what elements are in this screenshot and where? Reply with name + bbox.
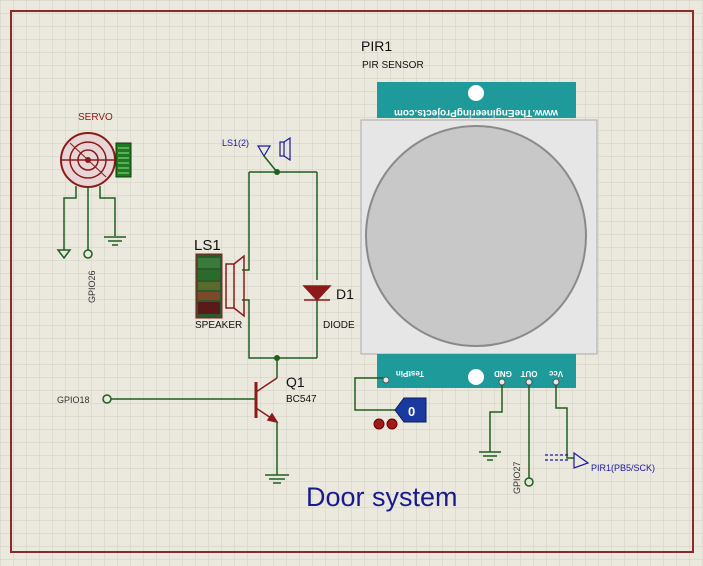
speaker-type: SPEAKER: [195, 320, 242, 331]
transistor-ref: Q1: [286, 374, 305, 390]
pir-signal-label: PIR1(PB5/SCK): [591, 463, 655, 473]
gpio27-label: GPIO27: [512, 461, 522, 494]
junction-top: [274, 169, 280, 175]
gpio26-label: GPIO26: [87, 270, 97, 303]
transistor-type: BC547: [286, 394, 317, 405]
pir-sensor-module[interactable]: [360, 82, 598, 388]
pir-ref: PIR1: [361, 38, 392, 54]
pir-pin-testpin: TestPin: [396, 369, 424, 378]
diode-type: DIODE: [323, 320, 355, 331]
gpio18-label: GPIO18: [57, 395, 90, 405]
schematic-title: Door system: [306, 482, 458, 512]
servo-label: SERVO: [78, 112, 113, 123]
speaker-ref: LS1: [194, 237, 221, 254]
pir-pin-out: OUT: [520, 369, 537, 378]
diode-ref: D1: [336, 286, 354, 302]
logic-probe-state: 0: [408, 404, 415, 419]
pir-type: PIR SENSOR: [362, 60, 424, 71]
schematic-canvas: SERVO GPIO26 LS1(2) LS1 SPEAKER D1 DIODE…: [0, 0, 703, 566]
schematic-svg: SERVO GPIO26 LS1(2) LS1 SPEAKER D1 DIODE…: [0, 0, 703, 566]
pir-pin-gnd: GND: [494, 369, 512, 378]
junction-bottom: [274, 355, 280, 361]
pir-pin-vcc: Vcc: [548, 369, 563, 378]
pir-banner: www.TheEngineeringProjects.com: [394, 107, 559, 118]
ls1-terminal-label: LS1(2): [222, 138, 249, 148]
